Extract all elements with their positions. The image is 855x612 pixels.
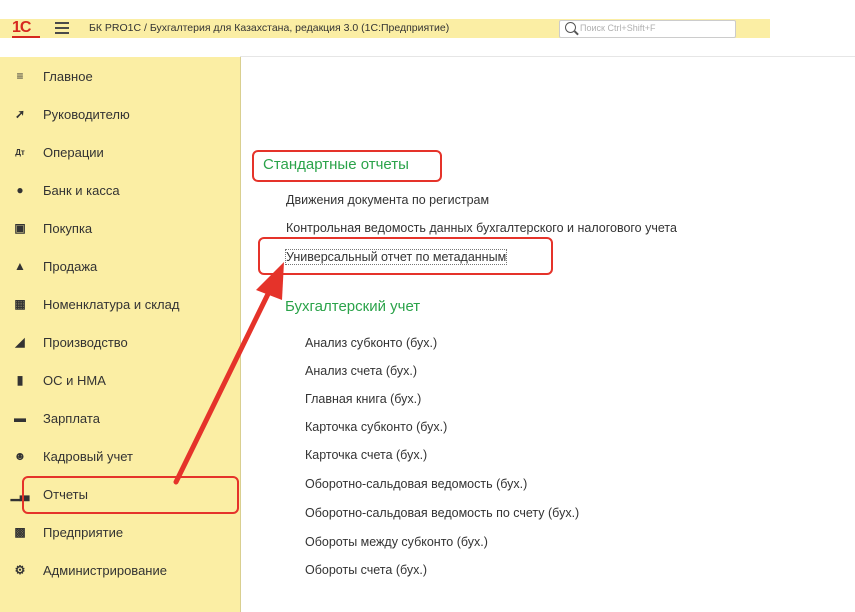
sidebar-item-bank[interactable]: ● Банк и касса bbox=[0, 171, 240, 209]
report-link[interactable]: Оборотно-сальдовая ведомость (бух.) bbox=[305, 477, 527, 491]
wallet-icon: ▬ bbox=[14, 411, 26, 425]
sidebar-item-label: Кадровый учет bbox=[43, 448, 133, 464]
gear-icon: ⚙ bbox=[14, 563, 26, 577]
report-link[interactable]: Движения документа по регистрам bbox=[286, 193, 489, 207]
people-icon: ☻ bbox=[13, 449, 27, 463]
sidebar-item-enterprise[interactable]: ▩ Предприятие bbox=[0, 513, 240, 551]
sidebar-item-label: Операции bbox=[43, 144, 104, 160]
sidebar-item-label: Покупка bbox=[43, 220, 93, 236]
sidebar-item-purchase[interactable]: ▣ Покупка bbox=[0, 209, 240, 247]
sidebar-item-salary[interactable]: ▬ Зарплата bbox=[0, 399, 240, 437]
sidebar-item-label: Номенклатура и склад bbox=[43, 296, 180, 312]
sidebar-item-main[interactable]: ≡ Главное bbox=[0, 57, 240, 95]
logo: 1С bbox=[12, 19, 31, 36]
reports-highlight bbox=[22, 476, 239, 514]
coin-icon: ● bbox=[16, 183, 24, 197]
report-link[interactable]: Карточка субконто (бух.) bbox=[305, 420, 447, 434]
sidebar-item-label: Предприятие bbox=[43, 524, 124, 540]
sidebar-item-label: Руководителю bbox=[43, 106, 130, 122]
universal-report-highlight bbox=[258, 237, 553, 275]
standard-reports-highlight bbox=[252, 150, 442, 182]
menu-lines-icon: ≡ bbox=[16, 69, 24, 83]
sidebar-item-production[interactable]: ◢ Производство bbox=[0, 323, 240, 361]
search-input[interactable]: Поиск Ctrl+Shift+F bbox=[559, 20, 736, 38]
truck-icon: ▮ bbox=[16, 373, 24, 387]
window-title: БК PRO1C / Бухгалтерия для Казахстана, р… bbox=[89, 22, 450, 34]
sidebar: ≡ Главное ➚ Руководителю Дт Операции ● Б… bbox=[0, 57, 241, 612]
search-placeholder: Поиск Ctrl+Shift+F bbox=[580, 23, 656, 33]
sidebar-item-label: Главное bbox=[43, 68, 93, 84]
sidebar-item-label: Продажа bbox=[43, 258, 98, 274]
search-icon bbox=[565, 22, 576, 33]
sidebar-item-label: Зарплата bbox=[43, 410, 100, 426]
sidebar-item-label: Администрирование bbox=[43, 562, 167, 578]
sidebar-item-label: ОС и НМА bbox=[43, 372, 106, 388]
logo-underline bbox=[12, 36, 40, 38]
sidebar-item-manager[interactable]: ➚ Руководителю bbox=[0, 95, 240, 133]
report-link[interactable]: Контрольная ведомость данных бухгалтерск… bbox=[286, 221, 677, 235]
cart-icon: ▣ bbox=[14, 221, 26, 235]
sidebar-item-hr[interactable]: ☻ Кадровый учет bbox=[0, 437, 240, 475]
sidebar-item-label: Производство bbox=[43, 334, 128, 350]
factory-icon: ◢ bbox=[15, 335, 25, 349]
grid-icon: ▦ bbox=[14, 297, 26, 311]
sidebar-item-fixed-assets[interactable]: ▮ ОС и НМА bbox=[0, 361, 240, 399]
accounting-title: Бухгалтерский учет bbox=[285, 298, 421, 315]
bag-icon: ▲ bbox=[14, 259, 26, 273]
sidebar-item-label: Банк и касса bbox=[43, 182, 120, 198]
hamburger-menu-icon[interactable] bbox=[55, 22, 69, 34]
report-link[interactable]: Обороты счета (бух.) bbox=[305, 563, 427, 577]
sidebar-item-sales[interactable]: ▲ Продажа bbox=[0, 247, 240, 285]
sidebar-item-nomenclature[interactable]: ▦ Номенклатура и склад bbox=[0, 285, 240, 323]
trend-icon: ➚ bbox=[14, 107, 26, 121]
report-link[interactable]: Карточка счета (бух.) bbox=[305, 448, 427, 462]
sidebar-item-operations[interactable]: Дт Операции bbox=[0, 133, 240, 171]
report-link[interactable]: Анализ счета (бух.) bbox=[305, 364, 417, 378]
report-link[interactable]: Анализ субконто (бух.) bbox=[305, 336, 437, 350]
building-icon: ▩ bbox=[14, 525, 26, 539]
debit-credit-icon: Дт bbox=[15, 147, 25, 157]
report-link[interactable]: Оборотно-сальдовая ведомость по счету (б… bbox=[305, 506, 579, 520]
sidebar-item-administration[interactable]: ⚙ Администрирование bbox=[0, 551, 240, 589]
content-divider bbox=[240, 56, 855, 57]
report-link[interactable]: Главная книга (бух.) bbox=[305, 392, 421, 406]
report-link[interactable]: Обороты между субконто (бух.) bbox=[305, 535, 488, 549]
top-bar: 1С БК PRO1C / Бухгалтерия для Казахстана… bbox=[0, 0, 855, 38]
